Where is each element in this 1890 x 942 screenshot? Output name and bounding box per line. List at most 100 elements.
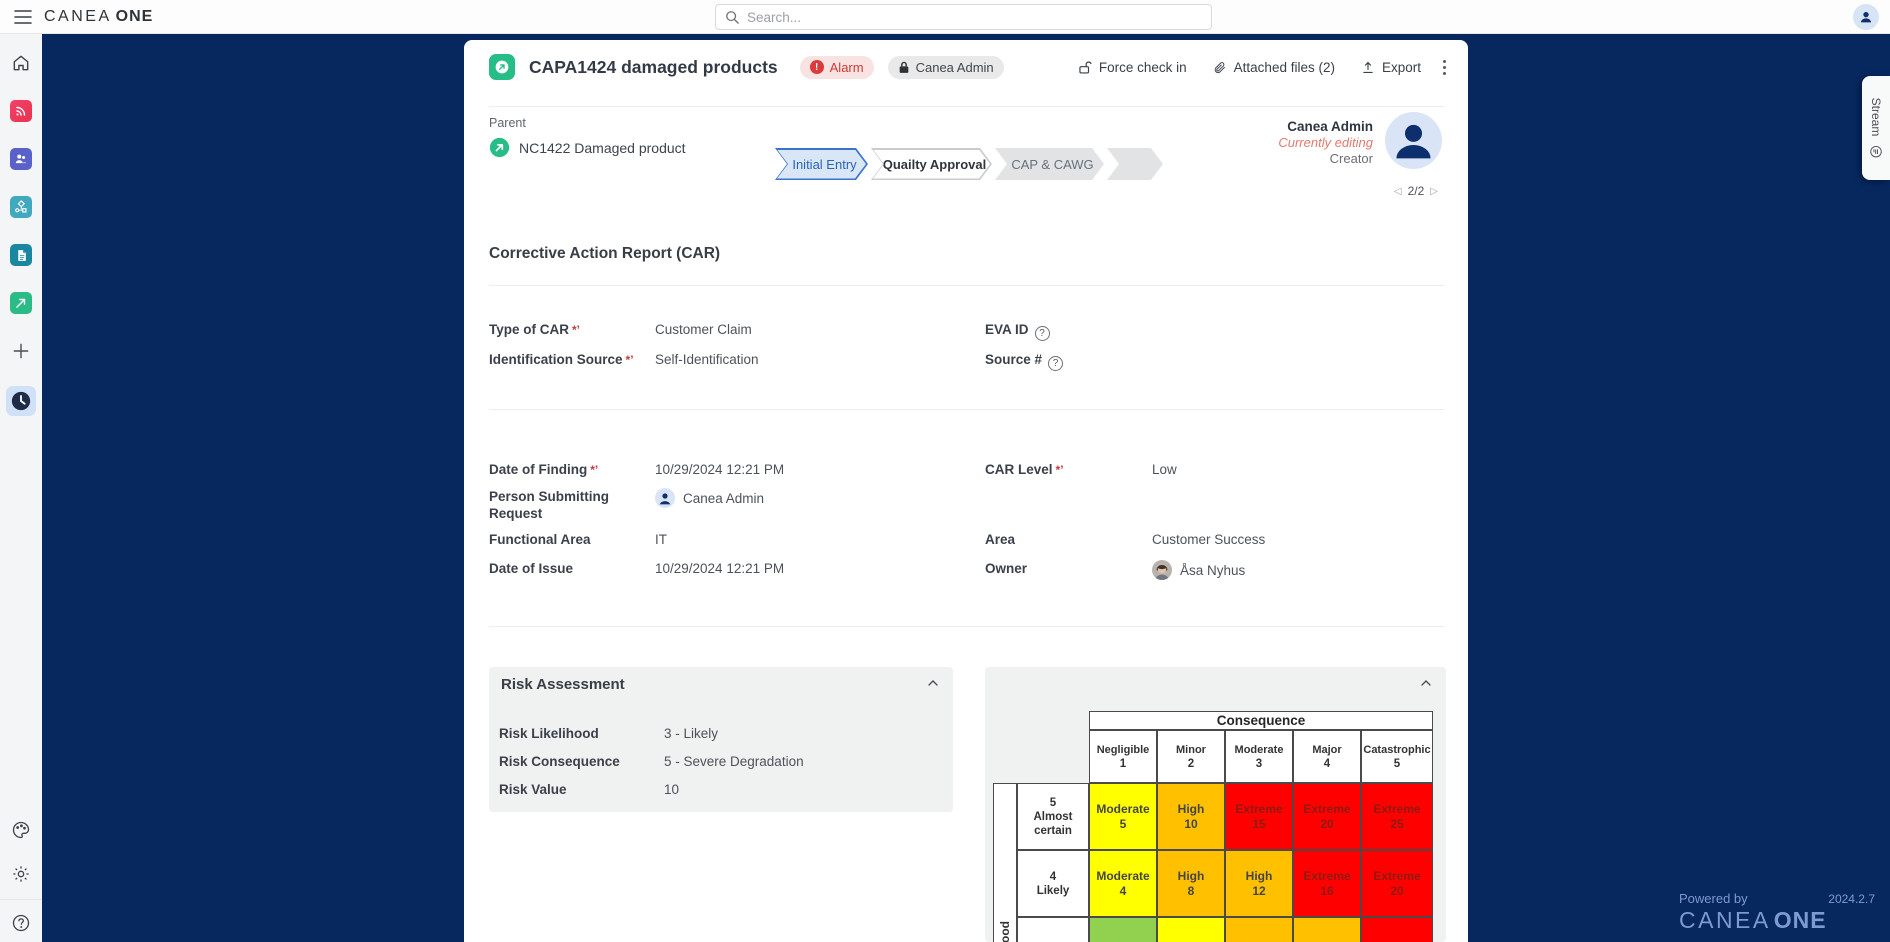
hamburger-menu-icon[interactable] [10, 4, 36, 30]
search-input[interactable] [747, 10, 1202, 25]
matrix-row-header: 5Almost certain [1017, 783, 1089, 850]
alarm-status-badge: ! Alarm [800, 56, 874, 79]
matrix-row-header: 4Likely [1017, 850, 1089, 917]
force-check-in-button[interactable]: Force check in [1078, 60, 1187, 75]
required-mark: *’ [626, 353, 634, 367]
locked-by-badge: Canea Admin [888, 56, 1004, 79]
record-header: CAPA1424 damaged products ! Alarm Canea … [489, 48, 1446, 86]
page-title: CAPA1424 damaged products [529, 57, 778, 78]
matrix-col-header: Major4 [1293, 730, 1361, 783]
matrix-col-num: 3 [1256, 757, 1262, 771]
matrix-row-label: Likely [1037, 884, 1070, 898]
process-app-icon[interactable] [10, 196, 32, 218]
workflow-step[interactable]: CAP & CAWG [995, 148, 1104, 180]
alarm-icon: ! [810, 60, 824, 74]
matrix-cell: Extreme15 [1225, 783, 1293, 850]
parent-record-link[interactable]: NC1422 Damaged product [489, 137, 686, 158]
matrix-col-label: Negligible [1097, 743, 1150, 757]
matrix-cell-text: Extreme [1373, 802, 1420, 817]
add-app-icon[interactable] [10, 340, 32, 362]
field-label-text: Date of Finding [489, 462, 587, 477]
collapse-chevron-icon[interactable] [1418, 675, 1434, 696]
field-row: AreaCustomer Success [985, 531, 1265, 560]
field-label: Identification Source*’ [489, 351, 655, 369]
required-mark: *’ [1056, 463, 1064, 477]
pager-prev-icon[interactable]: ◁ [1394, 186, 1402, 197]
collapse-chevron-icon[interactable] [925, 675, 941, 696]
field-row: Type of CAR*’Customer Claim [489, 321, 759, 351]
recent-activity-item[interactable] [6, 386, 36, 416]
divider [489, 285, 1444, 286]
matrix-cell-value: 15 [1252, 817, 1265, 832]
matrix-cell: Extreme16 [1293, 850, 1361, 917]
improvement-app-icon[interactable] [10, 292, 32, 314]
field-value: Åsa Nyhus [1152, 560, 1245, 580]
field-label: Functional Area [489, 531, 655, 548]
brand-logo[interactable]: CANEAONE [44, 8, 153, 26]
field-row: Risk Likelihood3 - Likely [499, 725, 804, 753]
documents-app-icon[interactable] [10, 244, 32, 266]
matrix-cell: Low [1089, 917, 1157, 942]
matrix-likelihood-axis: Likelihood [993, 783, 1017, 942]
editing-user-avatar[interactable] [1385, 112, 1442, 169]
help-icon[interactable] [10, 912, 32, 934]
capa-record-icon [489, 54, 515, 80]
more-actions-button[interactable] [1443, 60, 1446, 75]
matrix-cell-value: 12 [1252, 884, 1265, 899]
matrix-row-label: Almost certain [1022, 810, 1084, 838]
field-value-text: Åsa Nyhus [1180, 562, 1245, 579]
theme-palette-icon[interactable] [10, 819, 32, 841]
app-sidebar [0, 34, 42, 942]
matrix-col-label: Moderate [1235, 743, 1284, 757]
workflow-step[interactable]: Quailty Approval [871, 148, 992, 180]
matrix-cell: Moderate4 [1089, 850, 1157, 917]
field-value-text: Customer Success [1152, 531, 1265, 548]
search-icon [725, 10, 739, 24]
matrix-col-label: Major [1312, 743, 1341, 757]
field-help-icon[interactable]: ? [1035, 326, 1050, 341]
matrix-col-num: 4 [1324, 757, 1330, 771]
divider [489, 106, 1444, 107]
global-search[interactable] [715, 4, 1212, 30]
field-value: Customer Claim [655, 321, 752, 338]
export-button[interactable]: Export [1361, 60, 1421, 75]
matrix-col-label: Catastrophic [1363, 743, 1430, 757]
risk-assessment-fields: Risk Likelihood3 - LikelyRisk Consequenc… [499, 725, 804, 809]
field-help-icon[interactable]: ? [1048, 356, 1063, 371]
fields-right-top: EVA ID?Source #? [985, 321, 1152, 381]
news-feed-app-icon[interactable] [10, 100, 32, 122]
pager-next-icon[interactable]: ▷ [1430, 186, 1438, 197]
unlock-icon [1078, 60, 1092, 75]
stream-side-tab[interactable]: Stream [1862, 76, 1890, 180]
section-title: Corrective Action Report (CAR) [489, 245, 720, 263]
workflow-stepper: Initial Entry Quailty ApprovalCAP & CAWG [775, 148, 1163, 180]
user-avatar[interactable] [1853, 4, 1879, 30]
matrix-col-label: Minor [1176, 743, 1206, 757]
field-label: Date of Finding*’ [489, 461, 655, 479]
matrix-cell: High8 [1157, 850, 1225, 917]
matrix-cell-value: 20 [1320, 817, 1333, 832]
fields-left-main: Date of Finding*’10/29/2024 12:21 PMPers… [489, 461, 784, 588]
field-label-text: Owner [985, 561, 1027, 576]
matrix-col-num: 1 [1120, 757, 1126, 771]
workflow-step-fill: CAP & CAWG [997, 150, 1102, 179]
field-value: Customer Success [1152, 531, 1265, 548]
matrix-cell-text: Moderate [1096, 869, 1149, 884]
settings-gear-icon[interactable] [10, 863, 32, 885]
field-label: Date of Issue [489, 560, 655, 577]
stream-feed-icon [1869, 144, 1883, 158]
matrix-cell-text: Extreme [1235, 802, 1282, 817]
matrix-cell-text: High [1178, 802, 1205, 817]
matrix-col-header: Minor2 [1157, 730, 1225, 783]
workflow-step[interactable] [1107, 148, 1163, 180]
field-label-text: CAR Level [985, 462, 1053, 477]
field-row: Functional AreaIT [489, 531, 784, 560]
people-app-icon[interactable] [10, 148, 32, 170]
workflow-step-label: Initial Entry [786, 157, 856, 172]
field-label-text: Identification Source [489, 352, 623, 367]
attached-files-button[interactable]: Attached files (2) [1213, 60, 1335, 75]
field-row: Person Submitting RequestCanea Admin [489, 488, 784, 531]
workflow-step[interactable]: Initial Entry [775, 148, 868, 180]
home-icon[interactable] [10, 52, 32, 74]
field-value: Canea Admin [655, 488, 764, 508]
